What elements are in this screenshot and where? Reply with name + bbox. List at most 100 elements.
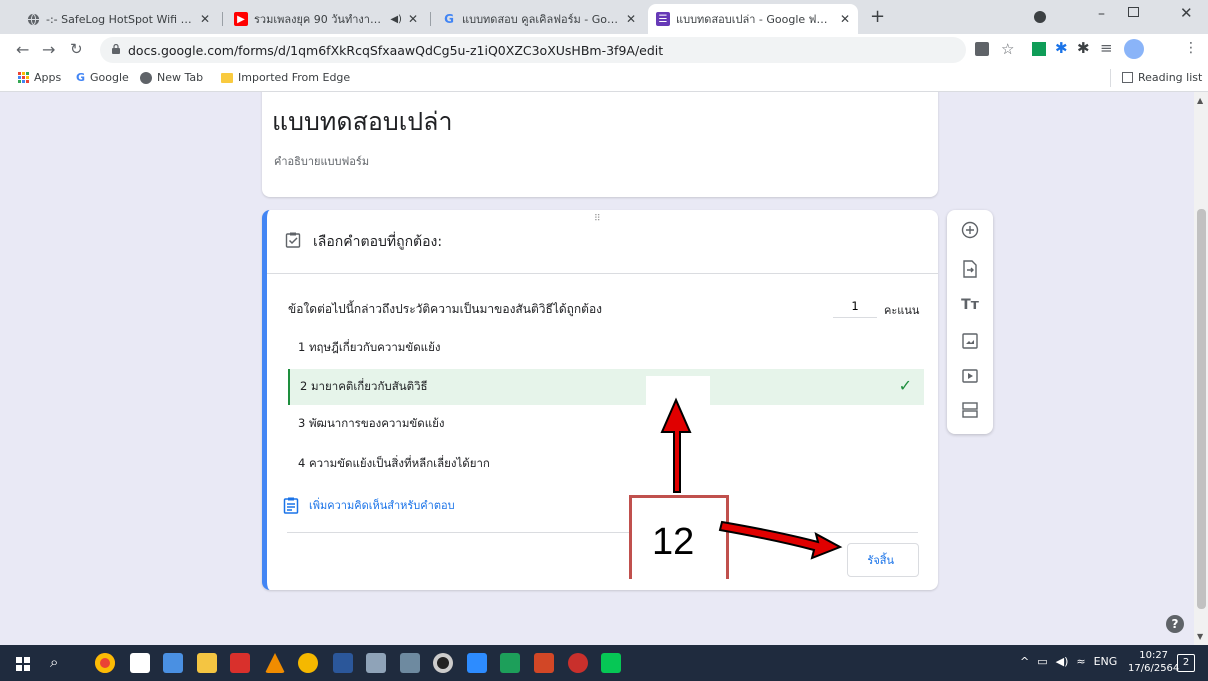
scroll-down-icon[interactable]: ▼ [1197, 632, 1203, 641]
browser-toolbar: ← → ↻ docs.google.com/forms/d/1qm6fXkRcq… [0, 34, 1208, 66]
bookmark-google[interactable]: G Google [76, 71, 129, 84]
add-title-icon[interactable]: Tт [960, 295, 980, 315]
word-icon[interactable] [333, 653, 353, 673]
bookmarks-bar: Apps G Google New Tab Imported From Edge… [0, 66, 1208, 92]
google-icon: G [444, 12, 454, 26]
reading-list-icon [1122, 72, 1133, 83]
add-question-icon[interactable] [960, 220, 980, 240]
tab-youtube[interactable]: ▶ รวมเพลงยุค 90 วันทำงาน ฟังกันยาว ◀) ✕ [226, 4, 426, 34]
extension-icon[interactable]: ✱ [1055, 39, 1068, 57]
globe-icon [140, 71, 152, 84]
forward-icon[interactable]: → [42, 40, 55, 59]
annotation-arrows [660, 397, 843, 560]
drag-handle-icon[interactable]: ⠿ [594, 214, 602, 224]
bookmark-apps[interactable]: Apps [18, 71, 61, 84]
up-arrow-icon [660, 397, 692, 493]
right-arrow-icon [718, 520, 843, 560]
tab-safelog[interactable]: -:- SafeLog HotSpot Wifi Internet ✕ [18, 4, 218, 34]
app-icon[interactable] [366, 653, 386, 673]
translate-icon[interactable] [975, 42, 989, 56]
chrome-icon[interactable] [95, 653, 115, 673]
tab-google-sheets[interactable]: G แบบทดสอบ คูลเคิลฟอร์ม - Google Sh ✕ [434, 4, 644, 34]
battery-icon[interactable]: ▭ [1037, 655, 1047, 668]
tab-separator [222, 12, 223, 26]
file-explorer-icon[interactable] [197, 653, 217, 673]
app-icon[interactable] [500, 653, 520, 673]
form-title-card[interactable]: แบบทดสอบเปล่า คำอธิบายแบบฟอร์ม [262, 92, 938, 197]
divider [1110, 69, 1111, 87]
chevron-up-icon[interactable]: ^ [1020, 655, 1029, 668]
language-indicator[interactable]: ENG [1094, 655, 1118, 668]
clock-time: 10:27 [1139, 650, 1169, 661]
add-section-icon[interactable] [960, 400, 980, 420]
window-close-icon[interactable]: ✕ [1180, 4, 1193, 22]
close-icon[interactable]: ✕ [840, 12, 850, 26]
points-label: คะแนน [884, 304, 920, 317]
scrollbar-thumb[interactable] [1197, 209, 1206, 609]
clock[interactable]: 10:27 17/6/2564 [1128, 649, 1179, 675]
new-tab-button[interactable]: + [870, 6, 885, 27]
import-questions-icon[interactable] [960, 259, 980, 279]
avatar[interactable] [1124, 39, 1144, 59]
form-title[interactable]: แบบทดสอบเปล่า [272, 102, 452, 142]
bookmark-star-icon[interactable]: ☆ [1001, 40, 1014, 58]
close-icon[interactable]: ✕ [200, 12, 210, 26]
correct-check-icon: ✓ [898, 376, 912, 395]
address-bar[interactable]: docs.google.com/forms/d/1qm6fXkRcqSfxaaw… [100, 37, 966, 63]
minimize-icon[interactable]: – [1098, 6, 1105, 22]
app-icon[interactable] [568, 653, 588, 673]
line-icon[interactable] [601, 653, 621, 673]
app-icon[interactable] [298, 653, 318, 673]
vlc-icon[interactable] [265, 653, 285, 673]
bookmark-reading-list[interactable]: Reading list [1122, 71, 1202, 84]
tab-google-forms[interactable]: ☰ แบบทดสอบเปล่า - Google ฟอร์ม ✕ [648, 4, 858, 34]
zoom-icon[interactable] [467, 653, 487, 673]
url-text: docs.google.com/forms/d/1qm6fXkRcqSfxaaw… [128, 42, 664, 58]
notification-count: 2 [1182, 657, 1190, 668]
points-input[interactable]: 1 [833, 296, 877, 318]
add-video-icon[interactable] [960, 366, 980, 386]
speaker-icon[interactable]: ◀) [390, 14, 402, 25]
option-1[interactable]: 1 ทฤษฎีเกี่ยวกับความขัดแย้ง [288, 330, 924, 366]
maximize-icon[interactable] [1128, 7, 1139, 17]
scroll-up-icon[interactable]: ▲ [1197, 96, 1203, 105]
volume-icon[interactable]: ◀) [1056, 655, 1069, 668]
wifi-icon[interactable]: ≈ [1076, 655, 1085, 668]
help-icon[interactable]: ? [1166, 615, 1184, 633]
side-toolbar: Tт [947, 210, 993, 434]
lock-icon [112, 44, 120, 54]
sheets-extension-icon[interactable] [1032, 42, 1046, 56]
reading-list-icon[interactable]: ≡ [1100, 39, 1113, 57]
powerpoint-icon[interactable] [534, 653, 554, 673]
windows-start-icon[interactable] [16, 657, 30, 671]
system-tray[interactable]: ^ ▭ ◀) ≈ ENG [1020, 655, 1117, 668]
close-icon[interactable]: ✕ [626, 12, 636, 26]
camera-icon[interactable] [433, 653, 453, 673]
youtube-icon: ▶ [234, 12, 248, 26]
back-icon[interactable]: ← [16, 40, 29, 59]
add-image-icon[interactable] [960, 331, 980, 351]
windows-taskbar: ⌕ ^ ▭ ◀) ≈ ENG 10:27 17/6/2564 2 [0, 645, 1208, 681]
notification-center-icon[interactable]: 2 [1177, 654, 1195, 672]
profile-dot-icon[interactable] [1034, 11, 1046, 23]
app-icon[interactable] [400, 653, 420, 673]
checklist-icon [285, 232, 301, 248]
search-icon[interactable]: ⌕ [50, 653, 58, 671]
form-editor-canvas: แบบทดสอบเปล่า คำอธิบายแบบฟอร์ม ⠿ เลือกคำ… [0, 92, 1194, 645]
add-answer-feedback[interactable]: เพิ่มความคิดเห็นสำหรับคำตอบ [283, 496, 455, 514]
forms-icon: ☰ [656, 12, 670, 26]
form-description[interactable]: คำอธิบายแบบฟอร์ม [274, 152, 369, 170]
box-edge [629, 579, 632, 583]
google-icon: G [76, 71, 86, 84]
apps-grid-icon [18, 72, 29, 83]
app-icon[interactable] [163, 653, 183, 673]
close-icon[interactable]: ✕ [408, 12, 418, 26]
bookmark-folder-imported[interactable]: Imported From Edge [221, 71, 350, 84]
acrobat-icon[interactable] [230, 653, 250, 673]
reload-icon[interactable]: ↻ [70, 40, 83, 58]
page-scrollbar[interactable]: ▲ ▼ [1194, 92, 1208, 645]
menu-icon[interactable]: ⋮ [1184, 40, 1198, 56]
puzzle-icon[interactable]: ✱ [1077, 39, 1090, 57]
bookmark-newtab[interactable]: New Tab [140, 71, 203, 84]
store-icon[interactable] [130, 653, 150, 673]
